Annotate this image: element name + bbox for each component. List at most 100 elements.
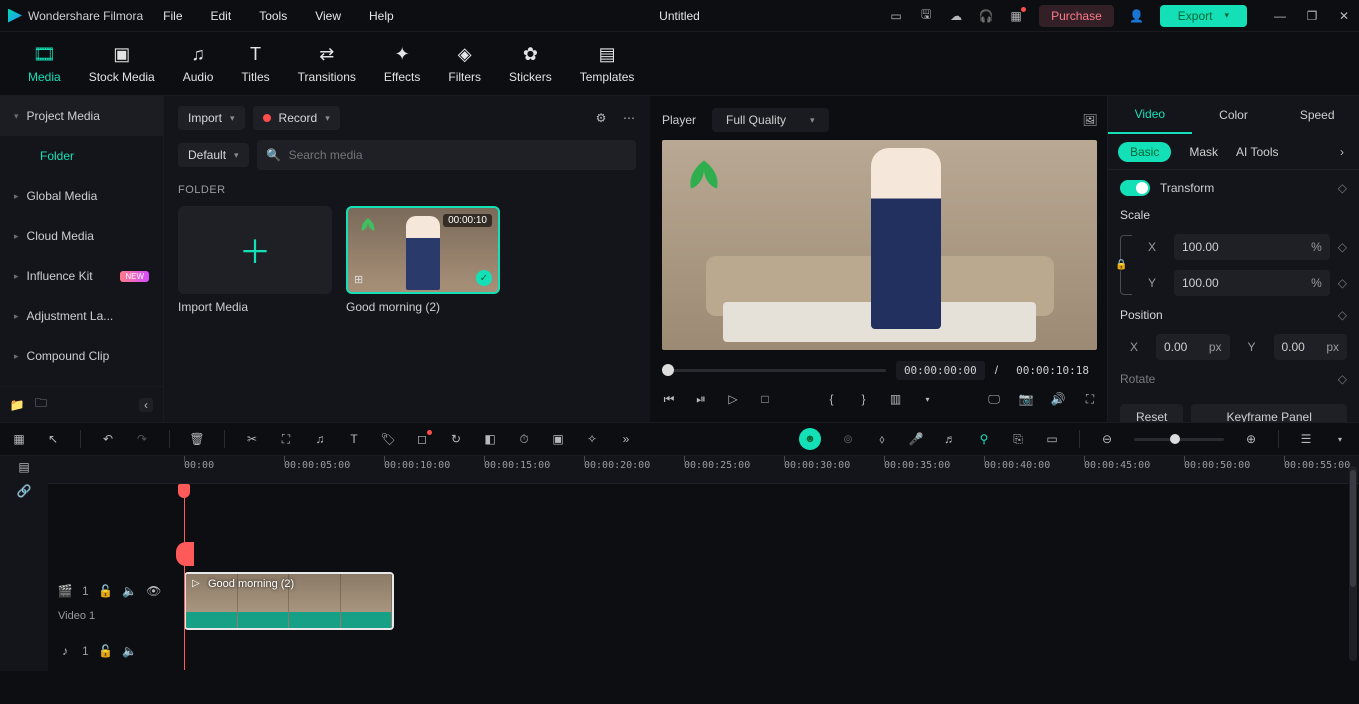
keyframe-diamond-icon[interactable]: ◇ [1338, 240, 1347, 254]
render-icon[interactable]: ▭ [1045, 432, 1059, 446]
crop-icon[interactable]: ⛶ [279, 432, 293, 446]
snapshot-icon[interactable]: 🖼 [1083, 113, 1097, 127]
sidebar-project-media[interactable]: ▾Project Media [0, 96, 163, 136]
tag-icon[interactable]: 🏷 [381, 432, 395, 446]
collapse-sidebar-icon[interactable]: ‹ [139, 398, 153, 412]
track-area[interactable]: 🎬 1 🔓 🔈 👁 Video 1 ♪ 1 🔓 🔈 Audio 1 ▷ Good… [48, 484, 1359, 670]
menu-tools[interactable]: Tools [259, 9, 287, 23]
menu-edit[interactable]: Edit [211, 9, 232, 23]
tab-effects[interactable]: ✦Effects [370, 44, 434, 84]
marker-icon[interactable]: ⬨ [875, 432, 889, 446]
minimize-icon[interactable]: — [1273, 9, 1287, 23]
headphones-icon[interactable]: 🎧 [979, 9, 993, 23]
menu-file[interactable]: File [163, 9, 182, 23]
subtab-ai-tools[interactable]: AI Tools [1236, 145, 1278, 159]
menu-help[interactable]: Help [369, 9, 394, 23]
quality-dropdown[interactable]: Full Quality▾ [712, 108, 829, 132]
speed-icon[interactable]: ⏱ [517, 432, 531, 446]
ai-icon[interactable]: ☻ [799, 428, 821, 450]
keyframe-diamond-icon[interactable]: ◇ [1338, 276, 1347, 290]
visible-icon[interactable]: 👁 [147, 584, 161, 598]
ratio-icon[interactable]: ▥ [889, 392, 903, 406]
lock-icon[interactable]: 🔓 [99, 644, 113, 658]
green-screen-icon[interactable]: ▣ [551, 432, 565, 446]
zoom-out-icon[interactable]: ⊖ [1100, 432, 1114, 446]
zoom-in-icon[interactable]: ⊕ [1244, 432, 1258, 446]
tab-filters[interactable]: ◈Filters [434, 44, 495, 84]
pointer-icon[interactable]: ↖ [46, 432, 60, 446]
prop-tab-video[interactable]: Video [1108, 96, 1192, 134]
new-bin-icon[interactable]: 🗀 [34, 398, 48, 412]
audio-track-icon[interactable]: ♪ [58, 644, 72, 658]
sidebar-influence-kit[interactable]: ▸Influence KitNEW [0, 256, 163, 296]
sidebar-global-media[interactable]: ▸Global Media [0, 176, 163, 216]
more-tools-icon[interactable]: » [619, 432, 633, 446]
ratio-caret-icon[interactable]: ▾ [921, 392, 935, 406]
music-icon[interactable]: ♫ [313, 432, 327, 446]
layout-icon[interactable]: ▦ [12, 432, 26, 446]
media-clip-tile[interactable]: 00:00:10 ⊞ ✓ Good morning (2) [346, 206, 500, 314]
tab-titles[interactable]: TTitles [227, 44, 283, 84]
cloud-icon[interactable]: ☁ [949, 9, 963, 23]
color-icon[interactable]: ◧ [483, 432, 497, 446]
lock-icon[interactable]: 🔓 [99, 584, 113, 598]
keyframe-icon[interactable]: ✧ [585, 432, 599, 446]
filter-icon[interactable]: ⚙ [594, 111, 608, 125]
stop-icon[interactable]: □ [758, 392, 772, 406]
pos-x-field[interactable]: 0.00px [1156, 334, 1230, 360]
scrub-knob[interactable] [662, 364, 674, 376]
sidebar-adjustment-layer[interactable]: ▸Adjustment La... [0, 296, 163, 336]
track-view-caret-icon[interactable]: ▾ [1333, 432, 1347, 446]
subtab-more-icon[interactable]: › [1335, 145, 1349, 159]
timeline-scrollbar[interactable] [1349, 466, 1357, 661]
keyframe-panel-button[interactable]: Keyframe Panel [1191, 404, 1347, 422]
prev-frame-icon[interactable]: ⏮ [662, 392, 676, 406]
tab-templates[interactable]: ▤Templates [566, 44, 649, 84]
keyframe-diamond-icon[interactable]: ◇ [1338, 181, 1347, 195]
tab-media[interactable]: 🎞Media [14, 44, 75, 84]
more-icon[interactable]: ⋯ [622, 111, 636, 125]
timeline-options-icon[interactable]: ▤ [17, 460, 31, 474]
display-icon[interactable]: 🖵 [987, 392, 1001, 406]
mic-icon[interactable]: 🎤 [909, 432, 923, 446]
track-view-icon[interactable]: ☰ [1299, 432, 1313, 446]
video-track-icon[interactable]: 🎬 [58, 584, 72, 598]
zoom-slider[interactable] [1134, 438, 1224, 441]
fullscreen-icon[interactable]: ⛶ [1083, 392, 1097, 406]
timeline-ruler[interactable]: 00:00 00:00:05:00 00:00:10:00 00:00:15:0… [48, 456, 1359, 484]
timeline-clip[interactable]: ▷ Good morning (2) [184, 572, 394, 630]
keyframe-diamond-icon[interactable]: ◇ [1338, 308, 1347, 322]
text-icon[interactable]: T [347, 432, 361, 446]
delete-icon[interactable]: 🗑 [190, 432, 204, 446]
playhead[interactable] [184, 484, 185, 670]
volume-icon[interactable]: 🔊 [1051, 392, 1065, 406]
link-icon[interactable]: ⎘ [1011, 432, 1025, 446]
tab-audio[interactable]: ♫Audio [169, 44, 228, 84]
lock-icon[interactable]: 🔒 [1115, 260, 1127, 271]
play-icon[interactable]: ▷ [726, 392, 740, 406]
timeline-link-icon[interactable]: 🔗 [17, 484, 31, 498]
magnet-icon[interactable]: ⚲ [977, 432, 991, 446]
account-icon[interactable]: 👤 [1130, 9, 1144, 23]
marker-tab[interactable] [176, 542, 194, 566]
undo-icon[interactable]: ↶ [101, 432, 115, 446]
speed-ramp-icon[interactable]: ↻ [449, 432, 463, 446]
cut-icon[interactable]: ✂ [245, 432, 259, 446]
preview-viewport[interactable] [662, 140, 1097, 350]
apps-icon[interactable]: ▦ [1009, 9, 1023, 23]
device-icon[interactable]: ▭ [889, 9, 903, 23]
transform-toggle[interactable] [1120, 180, 1150, 196]
tab-stickers[interactable]: ✿Stickers [495, 44, 566, 84]
import-dropdown[interactable]: Import▾ [178, 106, 245, 130]
purchase-button[interactable]: Purchase [1039, 5, 1114, 27]
subtab-mask[interactable]: Mask [1189, 145, 1218, 159]
save-icon[interactable]: 🖫 [919, 9, 933, 23]
mute-icon[interactable]: 🔈 [123, 584, 137, 598]
search-input[interactable] [289, 148, 626, 162]
sidebar-compound-clip[interactable]: ▸Compound Clip [0, 336, 163, 376]
sidebar-cloud-media[interactable]: ▸Cloud Media [0, 216, 163, 256]
keyframe-diamond-icon[interactable]: ◇ [1338, 372, 1347, 386]
prop-tab-color[interactable]: Color [1192, 96, 1276, 134]
redo-icon[interactable]: ↷ [135, 432, 149, 446]
subtab-basic[interactable]: Basic [1118, 142, 1171, 162]
